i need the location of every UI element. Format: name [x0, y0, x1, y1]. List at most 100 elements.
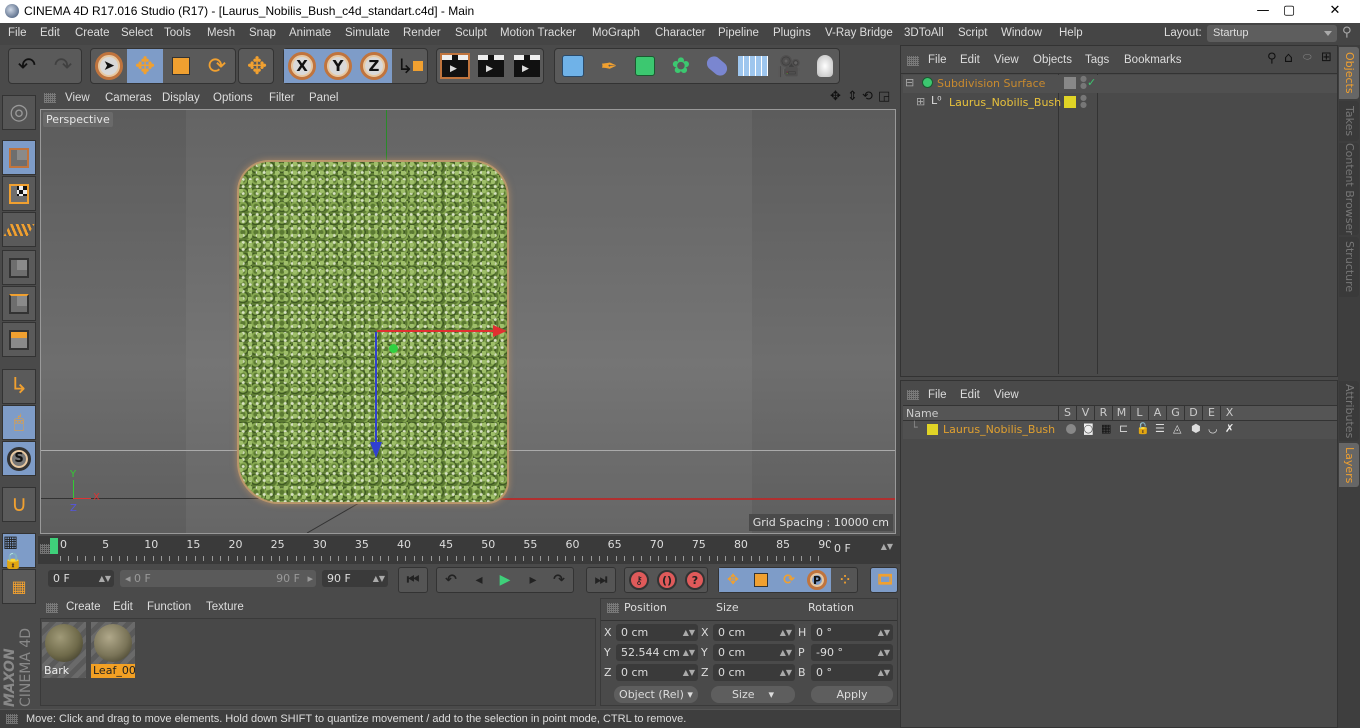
go-to-next-key-icon[interactable]: ↷ — [545, 568, 573, 592]
autokeying-icon[interactable]: () — [653, 568, 681, 592]
move-icon[interactable]: ✥ — [127, 49, 163, 83]
close-button[interactable]: ✕ — [1312, 2, 1358, 22]
end-frame-field[interactable]: 90 F ▲▼ — [322, 570, 388, 587]
next-frame-icon[interactable]: ▸ — [519, 568, 547, 592]
column-e[interactable]: E — [1202, 406, 1220, 420]
pen-spline-icon[interactable]: ✒ — [591, 49, 627, 83]
search-icon[interactable]: ⚲ — [1267, 51, 1277, 66]
toggle-panel-layout-icon[interactable]: ◲ — [878, 89, 890, 104]
eye-toggle-icon[interactable]: ⬭ — [1303, 52, 1312, 63]
magnet-icon[interactable]: ∪ — [2, 487, 36, 522]
maximize-button[interactable]: ▢ — [1266, 2, 1312, 22]
viewport-menu-panel[interactable]: Panel — [309, 92, 338, 104]
menu-snap[interactable]: Snap — [249, 27, 276, 39]
material-menu-create[interactable]: Create — [66, 601, 101, 613]
menu-window[interactable]: Window — [1001, 27, 1042, 39]
current-frame-field[interactable]: 0 F ▲▼ — [830, 542, 896, 558]
column-a[interactable]: A — [1148, 406, 1166, 420]
column-l[interactable]: L — [1130, 406, 1148, 420]
recent-tool-icon[interactable]: ✥ — [239, 49, 275, 83]
workplane-lock-icon[interactable]: ▦🔒 — [2, 532, 36, 570]
menu-character[interactable]: Character — [655, 27, 706, 39]
generators-icon[interactable]: ◬ — [1173, 422, 1181, 435]
home-icon[interactable]: ⌂ — [1284, 50, 1293, 66]
position-field[interactable]: 52.544 cm ▲▼ — [616, 644, 698, 661]
z-axis-lock-icon[interactable]: Z — [356, 49, 392, 83]
column-r[interactable]: R — [1094, 406, 1112, 420]
size-field[interactable]: 0 cm ▲▼ — [713, 664, 795, 681]
object-menu-tags[interactable]: Tags — [1085, 54, 1109, 66]
rotation-field[interactable]: 0 ° ▲▼ — [811, 664, 893, 681]
xref-icon[interactable]: ✗ — [1225, 422, 1234, 435]
viewport-menu-options[interactable]: Options — [213, 92, 253, 104]
gizmo-y-handle[interactable] — [389, 344, 398, 353]
dolly-view-icon[interactable]: ⇕ — [847, 89, 858, 104]
expand-icon[interactable]: ⊞ — [916, 95, 925, 108]
tweak-mode-icon[interactable]: 🖱 — [2, 405, 36, 440]
layer-row-laurus-nobilis-bush[interactable]: └ Laurus_Nobilis_Bush ◙ ▦ ⊏ 🔓 ☰ ◬ ⬢ ◡ ✗ — [903, 421, 1337, 439]
viewport-menu-view[interactable]: View — [65, 92, 90, 104]
visible-eye-icon[interactable]: ◙ — [1083, 422, 1094, 435]
panel-grip-icon[interactable] — [44, 93, 56, 103]
floor-icon[interactable] — [735, 49, 771, 83]
camera-icon[interactable]: 🎥 — [771, 49, 807, 83]
menu-plugins[interactable]: Plugins — [773, 27, 811, 39]
object-row-laurus-nobilis-bush[interactable]: ⊞ L⁰ Laurus_Nobilis_Bush ● ● — [903, 94, 1337, 112]
tab-structure[interactable]: Structure — [1339, 237, 1359, 297]
expressions-icon[interactable]: ◡ — [1208, 422, 1218, 435]
menu-mograph[interactable]: MoGraph — [592, 27, 640, 39]
menu-render[interactable]: Render — [403, 27, 441, 39]
render-clapper-icon[interactable]: ▦ — [1101, 422, 1111, 435]
play-icon[interactable]: ▶ — [491, 568, 519, 592]
column-s[interactable]: S — [1058, 406, 1076, 420]
deformer-icon[interactable] — [699, 49, 735, 83]
menu-3dtoall[interactable]: 3DToAll — [904, 27, 944, 39]
layout-dropdown[interactable]: Startup — [1207, 25, 1337, 42]
menu-script[interactable]: Script — [958, 27, 987, 39]
deformers-icon[interactable]: ⬢ — [1191, 422, 1201, 435]
edges-mode-icon[interactable] — [2, 286, 36, 321]
points-mode-icon[interactable] — [2, 250, 36, 285]
object-row-subdivision-surface[interactable]: ⊟ Subdivision Surface ● ● ✓ — [903, 75, 1337, 93]
go-to-previous-key-icon[interactable]: ↶ — [437, 568, 465, 592]
undo-icon[interactable]: ↶ — [9, 49, 45, 83]
gizmo-z-arrow-icon[interactable] — [370, 442, 382, 458]
workplane-align-icon[interactable]: ▦ — [2, 569, 36, 604]
search-icon[interactable]: ⚲ — [1342, 25, 1352, 40]
snap-icon[interactable]: S — [2, 441, 36, 476]
object-menu-file[interactable]: File — [928, 54, 947, 66]
viewport-menu-cameras[interactable]: Cameras — [105, 92, 152, 104]
scale-icon[interactable] — [163, 49, 199, 83]
render-view-icon[interactable] — [437, 49, 473, 83]
x-axis-lock-icon[interactable]: X — [284, 49, 320, 83]
render-to-picture-viewer-icon[interactable] — [473, 49, 509, 83]
playhead[interactable] — [50, 538, 58, 554]
column-name[interactable]: Name — [906, 407, 938, 420]
layer-menu-file[interactable]: File — [928, 389, 947, 401]
tab-attributes[interactable]: Attributes — [1339, 381, 1359, 441]
render-settings-icon[interactable] — [509, 49, 545, 83]
key-parameter-icon[interactable]: P — [803, 568, 831, 592]
live-selection-icon[interactable]: ➤ — [91, 49, 127, 83]
object-menu-view[interactable]: View — [994, 54, 1019, 66]
rotation-field[interactable]: -90 ° ▲▼ — [811, 644, 893, 661]
position-field[interactable]: 0 cm ▲▼ — [616, 664, 698, 681]
subdivision-surface-icon[interactable] — [627, 49, 663, 83]
viewport-menu-display[interactable]: Display — [162, 92, 200, 104]
model-mode-icon[interactable] — [2, 140, 36, 175]
polygons-mode-icon[interactable] — [2, 322, 36, 357]
redo-icon[interactable]: ↷ — [45, 49, 81, 83]
timeline-ruler[interactable]: 0 5 10 15 20 25 30 35 40 45 50 55 60 65 70 75 80 85 90 — [38, 536, 900, 564]
material-menu-edit[interactable]: Edit — [113, 601, 133, 613]
pan-view-icon[interactable]: ✥ — [830, 89, 841, 104]
material-menu-function[interactable]: Function — [147, 601, 191, 613]
tab-takes[interactable]: Takes — [1339, 101, 1359, 141]
gizmo-x-axis[interactable] — [377, 330, 497, 332]
menu-animate[interactable]: Animate — [289, 27, 331, 39]
3d-viewport[interactable]: Y X Z Perspective Grid Spacing : 10000 c… — [40, 109, 896, 534]
axis-mode-icon[interactable]: ↳ — [2, 369, 36, 404]
visibility-dots-icon[interactable]: ● ● — [1080, 94, 1087, 109]
menu-sculpt[interactable]: Sculpt — [455, 27, 487, 39]
layer-swatch-icon[interactable] — [1064, 96, 1076, 108]
menu-tools[interactable]: Tools — [164, 27, 191, 39]
